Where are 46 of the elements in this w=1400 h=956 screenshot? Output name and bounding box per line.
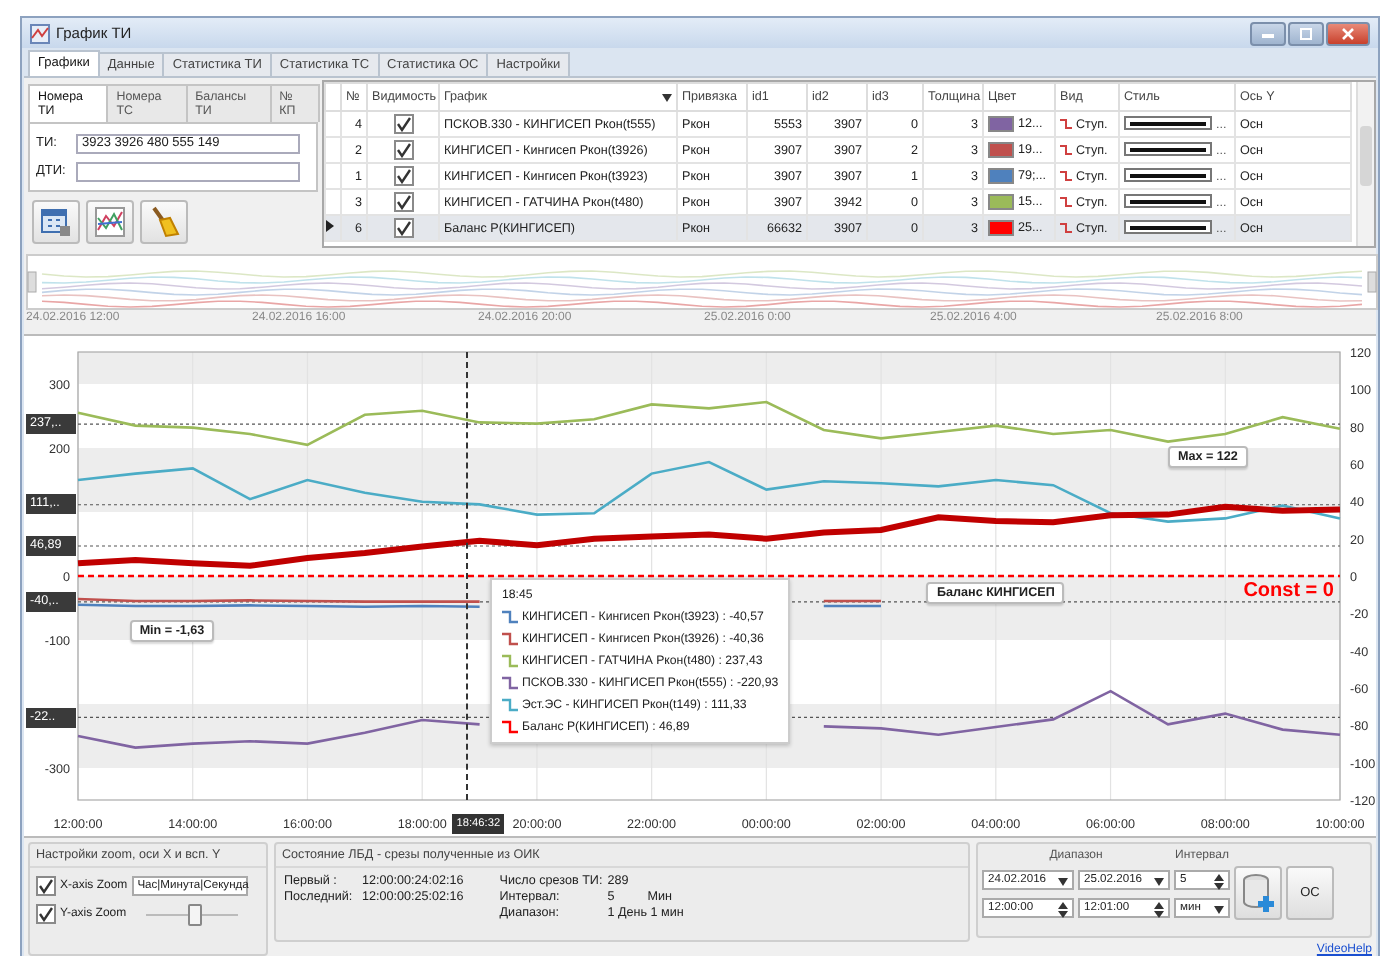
checkbox[interactable] [393, 140, 413, 160]
step-line-icon [1060, 169, 1072, 182]
line-style-sample[interactable] [1124, 116, 1212, 131]
close-icon [1340, 27, 1356, 39]
minimize-button[interactable] [1250, 21, 1286, 45]
add-database-button[interactable] [1234, 866, 1282, 920]
close-button[interactable] [1326, 21, 1370, 45]
line-style-sample[interactable] [1124, 220, 1212, 235]
scrollbar[interactable] [1356, 82, 1374, 246]
dropdown-icon[interactable] [1214, 905, 1224, 913]
spinner-arrows-icon[interactable] [1154, 901, 1164, 917]
slider-thumb[interactable] [187, 904, 202, 926]
color-swatch[interactable] [988, 116, 1014, 132]
chart-button[interactable] [86, 200, 134, 244]
checkbox[interactable] [36, 904, 56, 924]
row-pointer-icon [327, 220, 334, 232]
spinner-arrows-icon[interactable] [1214, 873, 1224, 889]
const-label: Const = 0 [1243, 580, 1334, 602]
maximize-icon [1298, 27, 1314, 39]
database-plus-icon [1240, 871, 1276, 915]
dropdown-icon[interactable] [662, 94, 672, 102]
color-swatch[interactable] [988, 194, 1014, 210]
calendar-button[interactable] [32, 200, 80, 244]
step-line-icon [1060, 143, 1072, 156]
checkbox[interactable] [36, 876, 56, 896]
line-style-sample[interactable] [1124, 142, 1212, 157]
line-style-sample[interactable] [1124, 194, 1212, 209]
dropdown-icon[interactable] [1058, 877, 1068, 885]
color-swatch[interactable] [988, 168, 1014, 184]
line-style-sample[interactable] [1124, 168, 1212, 183]
cursor-line[interactable] [466, 352, 469, 800]
checkbox[interactable] [393, 192, 413, 212]
step-line-icon [1060, 221, 1072, 234]
step-line-icon [1060, 195, 1072, 208]
broom-button[interactable] [140, 200, 188, 244]
checkbox[interactable] [393, 218, 413, 238]
color-swatch[interactable] [988, 142, 1014, 158]
maximize-button[interactable] [1288, 21, 1324, 45]
checkbox[interactable] [393, 166, 413, 186]
input-field[interactable] [76, 161, 300, 181]
checkbox[interactable] [393, 114, 413, 134]
step-line-icon [1060, 117, 1072, 130]
spinner-arrows-icon[interactable] [1058, 901, 1068, 917]
dropdown-icon[interactable] [1154, 877, 1164, 885]
chart-icon [30, 23, 50, 43]
color-swatch[interactable] [988, 220, 1014, 236]
